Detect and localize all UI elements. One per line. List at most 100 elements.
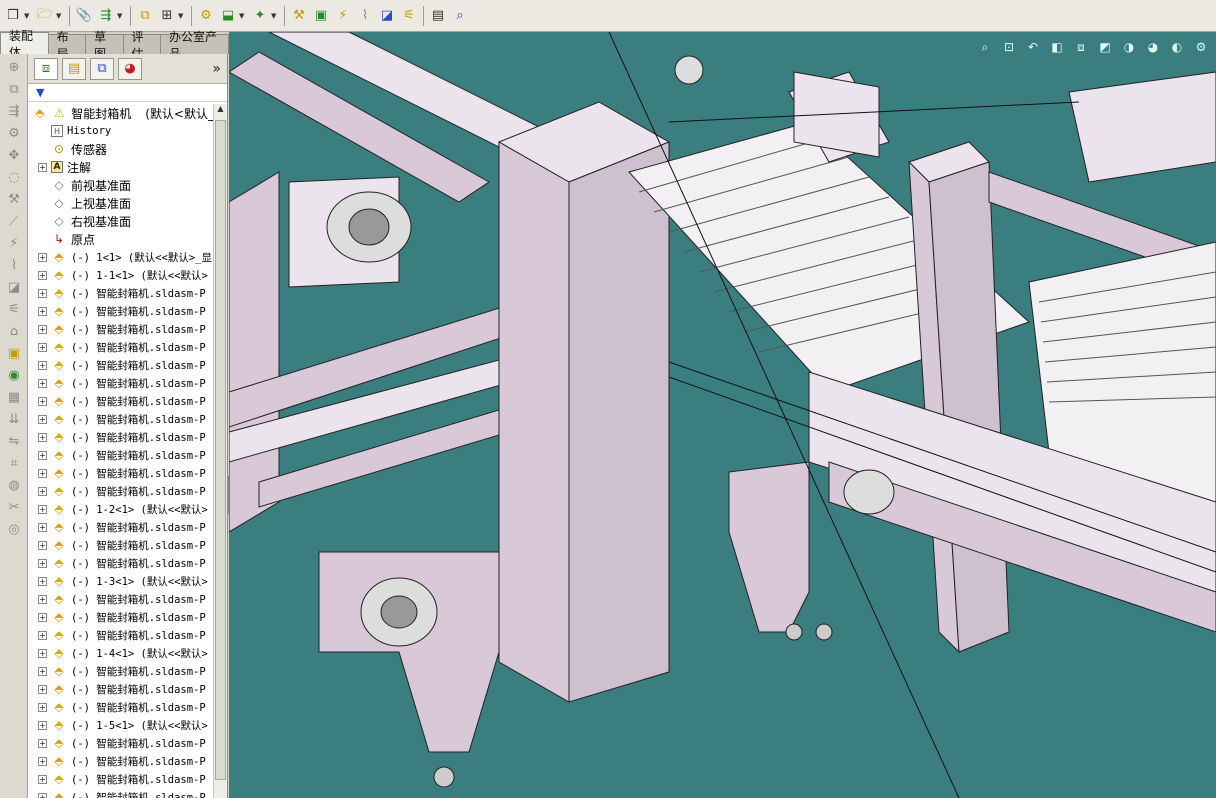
tree-item-fixed[interactable]: ⊙ 传感器 [28,140,214,158]
insert-component-icon[interactable]: ⊕ [3,58,25,76]
tree-item-fixed[interactable]: ↳ 原点 [28,230,214,248]
expand-icon[interactable]: + [38,378,47,388]
expand-icon[interactable]: + [38,324,47,334]
tab-office-products[interactable]: 办公室产品 [159,30,230,61]
zoom-to-fit-icon[interactable]: ⌕ [976,38,994,56]
move-component-icon[interactable]: ✥ [3,146,25,164]
tree-item-component[interactable]: + ⬘ (-) 智能封箱机.sldasm-P [28,302,214,320]
tree-scrollbar[interactable]: ▲ [213,104,227,798]
assembly-feature-icon[interactable]: ⚒ [289,6,309,26]
tree-item-fixed[interactable]: ◇ 上视基准面 [28,194,214,212]
bill-of-materials-icon[interactable]: ⌇ [355,6,375,26]
explode-line-icon[interactable]: ⚟ [3,300,25,318]
tree-item-component[interactable]: + ⬘ (-) 智能封箱机.sldasm-P [28,752,214,770]
expand-icon[interactable]: + [38,738,47,748]
tree-item-component[interactable]: + ⬘ (-) 智能封箱机.sldasm-P [28,446,214,464]
scroll-up-icon[interactable]: ▲ [215,104,226,118]
expand-icon[interactable]: + [38,486,47,496]
tree-item-component[interactable]: + ⬘ (-) 智能封箱机.sldasm-P [28,482,214,500]
expand-icon[interactable]: + [38,468,47,478]
expand-icon[interactable]: + [38,450,47,460]
rotate-icon[interactable]: ◉ [3,366,25,384]
tree-item-component[interactable]: + ⬘ (-) 1<1> (默认<<默认>_显 [28,248,214,266]
tab-evaluate[interactable]: 评估 [122,30,161,61]
expand-icon[interactable]: + [38,576,47,586]
configuration-manager-tab[interactable]: ⧉ [90,57,114,80]
tree-root[interactable]: ⬘ ⚠ 智能封箱机 (默认<默认_ [28,104,214,122]
tree-item-component[interactable]: + ⬘ (-) 智能封箱机.sldasm-P [28,590,214,608]
expand-icon[interactable]: + [38,252,47,262]
snapshot-icon[interactable]: ▣ [3,344,25,362]
reference-geometry-icon[interactable]: ▣ [311,6,331,26]
paperclip-icon[interactable]: 📎 [74,6,94,26]
section-view-icon[interactable]: ◧ [1048,38,1066,56]
tree-item-component[interactable]: + ⬘ (-) 智能封箱机.sldasm-P [28,428,214,446]
tree-item-component[interactable]: + ⬘ (-) 1-1<1> (默认<<默认> [28,266,214,284]
bom-icon[interactable]: ⌇ [3,256,25,274]
exploded-view-icon[interactable]: ◪ [3,278,25,296]
zoom-area-icon[interactable]: ⊡ [1000,38,1018,56]
tree-item-component[interactable]: + ⬘ (-) 智能封箱机.sldasm-P [28,410,214,428]
tree-item-component[interactable]: + ⬘ (-) 智能封箱机.sldasm-P [28,608,214,626]
chevron-down-icon[interactable]: ▼ [56,12,64,20]
expand-icon[interactable]: + [38,648,47,658]
tree-item-fixed[interactable]: ◇ 前视基准面 [28,176,214,194]
expand-icon[interactable]: + [38,270,47,280]
scroll-thumb[interactable] [215,120,226,780]
expand-icon[interactable]: + [38,306,47,316]
expand-icon[interactable]: + [38,702,47,712]
expand-icon[interactable]: + [38,360,47,370]
graphics-area[interactable]: ⌕ ⊡ ↶ ◧ ⧈ ◩ ◑ ◕ ◐ ⚙ [229,32,1216,798]
expand-icon[interactable]: + [38,612,47,622]
reference-geometry-icon[interactable]: ⟋ [3,212,25,230]
show-hidden-icon[interactable]: ✦ [250,6,270,26]
tree-item-component[interactable]: + ⬘ (-) 1-2<1> (默认<<默认> [28,500,214,518]
tree-item-component[interactable]: + ⬘ (-) 智能封箱机.sldasm-P [28,626,214,644]
appearance-icon[interactable]: ◕ [1144,38,1162,56]
tree-item-component[interactable]: + ⬘ (-) 智能封箱机.sldasm-P [28,338,214,356]
expand-icon[interactable]: + [38,774,47,784]
chevron-down-icon[interactable]: ▼ [178,12,186,20]
explode-line-icon[interactable]: ⚟ [399,6,419,26]
tree-item-component[interactable]: + ⬘ (-) 1-5<1> (默认<<默认> [28,716,214,734]
appearance-tab[interactable]: ◕ [118,57,142,80]
previous-view-icon[interactable]: ↶ [1024,38,1042,56]
new-doc-icon[interactable]: ❒ [3,6,23,26]
tree-item-component[interactable]: + ⬘ (-) 智能封箱机.sldasm-P [28,680,214,698]
tree-item-component[interactable]: + ⬘ (-) 智能封箱机.sldasm-P [28,320,214,338]
expand-icon[interactable]: + [38,396,47,406]
tab-assembly[interactable]: 装配体 [0,29,49,60]
show-hidden-icon[interactable]: ◌ [3,168,25,186]
smart-fastener-icon[interactable]: ⚙ [196,6,216,26]
move-component-icon[interactable]: ⬓ [218,6,238,26]
assembly-feature-icon[interactable]: ⚒ [3,190,25,208]
tree-item-component[interactable]: + ⬘ (-) 智能封箱机.sldasm-P [28,554,214,572]
expand-icon[interactable]: + [38,594,47,604]
chevron-down-icon[interactable]: ▼ [24,12,32,20]
filter-bar[interactable]: ▼ [28,84,227,102]
tree-item-component[interactable]: + ⬘ (-) 智能封箱机.sldasm-P [28,698,214,716]
tree-item-component[interactable]: + ⬘ (-) 智能封箱机.sldasm-P [28,374,214,392]
expand-icon[interactable]: + [38,504,47,514]
assembly-insert-icon[interactable]: ⇶ [96,6,116,26]
filter-icon[interactable]: ▼ [36,86,44,99]
expand-icon[interactable]: + [38,630,47,640]
tree-item-component[interactable]: + ⬘ (-) 智能封箱机.sldasm-P [28,788,214,798]
tree-item-component[interactable]: + ⬘ (-) 智能封箱机.sldasm-P [28,734,214,752]
tree-item-component[interactable]: + ⬘ (-) 智能封箱机.sldasm-P [28,464,214,482]
expand-icon[interactable]: + [38,666,47,676]
exploded-view-icon[interactable]: ◪ [377,6,397,26]
interference-icon[interactable]: ▤ [428,6,448,26]
expand-icon[interactable]: + [38,342,47,352]
clearance-icon[interactable]: ⌕ [450,6,470,26]
scene-icon[interactable]: ◐ [1168,38,1186,56]
expand-icon[interactable]: + [38,720,47,730]
expand-icon[interactable]: + [38,414,47,424]
hole-icon[interactable]: ◎ [3,520,25,538]
new-motion-study-icon[interactable]: ⚡ [333,6,353,26]
display-style-icon[interactable]: ◩ [1096,38,1114,56]
new-motion-study-icon[interactable]: ⚡ [3,234,25,252]
expand-icon[interactable]: + [38,522,47,532]
display-settings-icon[interactable]: ⚙ [1192,38,1210,56]
chevron-down-icon[interactable]: ▼ [271,12,279,20]
